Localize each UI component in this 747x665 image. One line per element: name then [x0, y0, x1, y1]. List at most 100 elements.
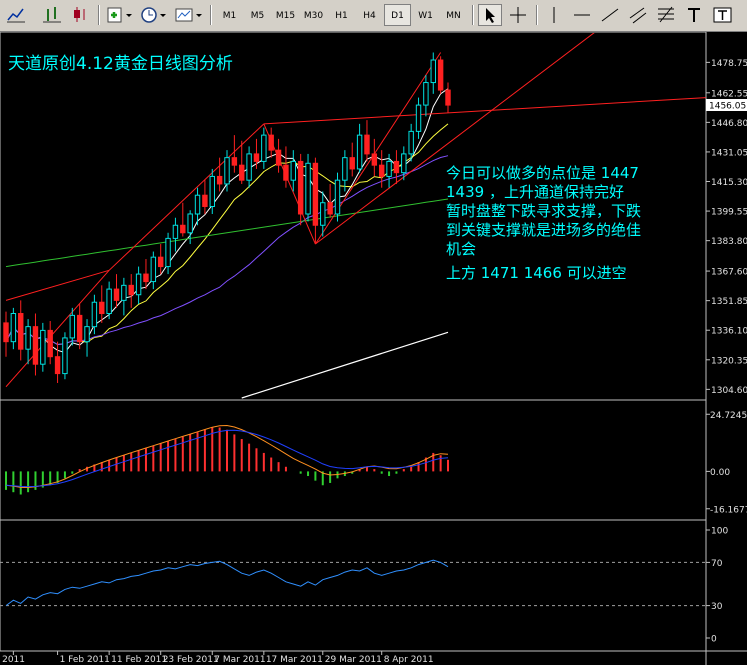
fibonacci-icon[interactable]: [654, 4, 678, 26]
annotation-line-2: 1439 ，上升通道保持完好: [446, 183, 624, 201]
candle-body: [180, 224, 186, 234]
candle-body: [150, 256, 157, 283]
candle: [334, 172, 341, 222]
macd-tick-label: -16.1677: [710, 505, 747, 515]
candle-body: [290, 160, 297, 181]
bar-chart-icon[interactable]: [40, 4, 64, 26]
new-chart-icon[interactable]: [104, 4, 134, 26]
tf-button-m15[interactable]: M15: [272, 4, 299, 26]
candle-body: [135, 273, 142, 296]
tf-button-m1[interactable]: M1: [216, 4, 243, 26]
date-tick-label: 29 Mar 2011: [325, 655, 382, 665]
text-tool-icon[interactable]: [682, 4, 706, 26]
crosshair-icon[interactable]: [506, 4, 530, 26]
price-tick-label: 1304.60: [711, 386, 747, 396]
cursor-icon[interactable]: [478, 4, 502, 26]
date-tick-label: 17 Mar 2011: [266, 655, 323, 665]
candle-body: [342, 157, 348, 181]
line-chart-icon[interactable]: [4, 4, 28, 26]
candle-body: [297, 160, 304, 215]
clock-icon[interactable]: [138, 4, 168, 26]
candle-body: [364, 134, 370, 155]
vertical-line-icon[interactable]: [542, 4, 566, 26]
tf-button-w1[interactable]: W1: [412, 4, 439, 26]
chart-window[interactable]: 1478.75 1462.55 1446.80 1431.05 1415.30 1399.…: [0, 32, 747, 665]
price-tick-label: 1462.55: [711, 89, 747, 99]
candle-body: [320, 202, 326, 226]
price-tick-label: 1415.30: [711, 178, 747, 188]
rsi-tick-label: 100: [711, 527, 728, 537]
rsi-tick-label: 0: [711, 635, 717, 645]
candle-body: [106, 288, 112, 315]
candle-body: [157, 256, 164, 268]
candle-body: [3, 322, 9, 343]
candle-body: [283, 164, 289, 181]
candle-body: [113, 288, 120, 301]
candle-body: [47, 329, 53, 358]
candle-body: [69, 314, 76, 339]
tf-button-d1[interactable]: D1: [384, 4, 411, 26]
candle-body: [378, 164, 385, 177]
candle-body: [194, 194, 201, 215]
candle-body: [430, 59, 436, 84]
price-tick-label: 1478.75: [711, 59, 747, 69]
candle-body: [445, 89, 451, 106]
candle-body: [18, 313, 24, 350]
candle-body: [143, 273, 149, 283]
date-tick-label: Jan 2011: [0, 655, 25, 665]
rsi-tick-label: 30: [711, 602, 723, 612]
templates-icon[interactable]: [172, 4, 204, 26]
tf-button-h1[interactable]: H1: [328, 4, 355, 26]
candle-body: [209, 175, 215, 207]
price-tick-label: 1320.35: [711, 356, 747, 366]
annotation-line-6: 上方 1471 1466 可以进空: [446, 264, 627, 282]
label-tool-icon[interactable]: [710, 4, 736, 26]
candle-body: [268, 134, 274, 151]
candle-body: [239, 164, 245, 181]
chart-title: 天道原创4.12黄金日线图分析: [8, 54, 233, 74]
current-price-label: 1456.05: [709, 101, 746, 111]
candle-body: [32, 326, 39, 365]
candle-body: [261, 134, 267, 162]
date-tick-label: 7 Mar 2011: [214, 655, 265, 665]
candle-body: [40, 329, 46, 365]
candle-body: [76, 314, 83, 343]
candle-body: [224, 157, 230, 185]
candle-body: [231, 157, 238, 166]
candle-body: [349, 157, 355, 170]
candlestick-icon[interactable]: [68, 4, 92, 26]
price-tick-label: 1431.05: [711, 148, 747, 158]
candle-body: [386, 160, 392, 177]
price-tick-label: 1367.60: [711, 268, 747, 278]
candle-body: [327, 202, 333, 215]
tf-button-h4[interactable]: H4: [356, 4, 383, 26]
candle-body: [91, 301, 98, 328]
candle: [305, 153, 311, 222]
candle-body: [371, 153, 378, 166]
candle-body: [253, 153, 260, 162]
candle-body: [437, 59, 444, 91]
trendline-icon[interactable]: [598, 4, 622, 26]
date-tick-label: 8 Apr 2011: [384, 655, 434, 665]
candle-body: [121, 284, 127, 301]
tf-button-m5[interactable]: M5: [244, 4, 271, 26]
tf-button-mn[interactable]: MN: [440, 4, 467, 26]
date-tick-label: 1 Feb 2011: [60, 655, 110, 665]
candle-body: [408, 130, 414, 155]
macd-tick-label: 0.00: [710, 468, 730, 478]
channel-icon[interactable]: [626, 4, 650, 26]
price-tick-label: 1399.55: [711, 208, 747, 218]
candle-body: [25, 326, 31, 350]
macd-tick-label: 24.7245: [710, 411, 747, 421]
candle: [40, 322, 46, 372]
horizontal-line-icon[interactable]: [570, 4, 594, 26]
annotation-line-3: 暂时盘整下跌寻求支撑，下跌: [446, 202, 641, 220]
candle-body: [128, 284, 134, 296]
candle-body: [393, 160, 400, 174]
annotation-line-1: 今日可以做多的点位是 1447: [446, 164, 639, 182]
candle-body: [54, 356, 61, 375]
candle-body: [187, 213, 193, 234]
tf-button-m30[interactable]: M30: [300, 4, 327, 26]
analysis-annotation: 今日可以做多的点位是 1447 1439 ，上升通道保持完好 暂时盘整下跌寻求支…: [446, 164, 641, 282]
candle-body: [401, 153, 407, 174]
